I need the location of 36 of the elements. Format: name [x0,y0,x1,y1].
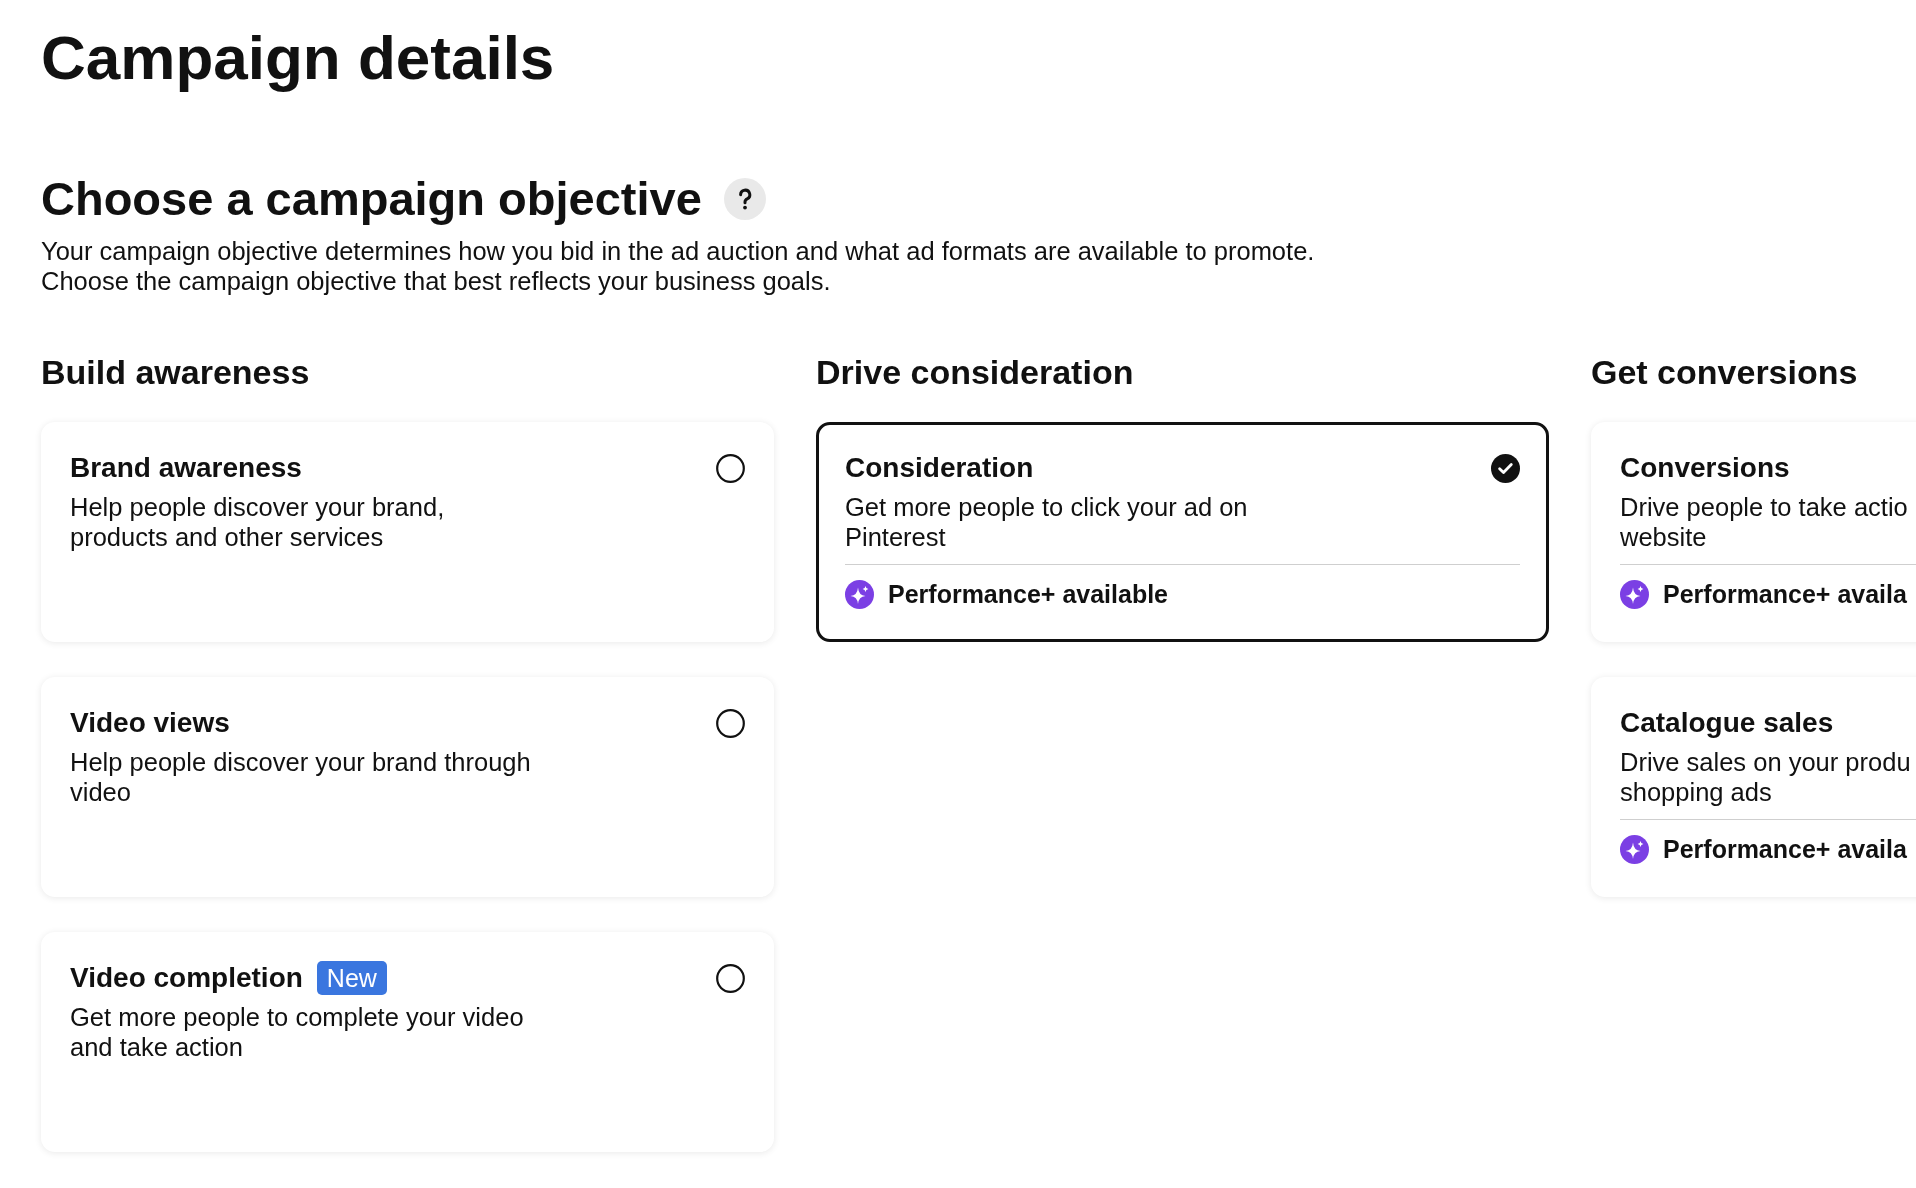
check-circle-icon[interactable] [1491,453,1520,483]
radio-icon[interactable] [716,453,745,483]
card-description: Help people discover your brand through video [70,747,531,807]
help-icon[interactable] [723,178,766,220]
page-title: Campaign details [41,22,555,93]
card-description: Help people discover your brand, products and other services [70,492,445,552]
card-description: Get more people to complete your video and take action [70,1002,524,1062]
objective-card[interactable]: Brand awareness Help people discover your brand, products and other services [41,422,774,642]
card-description: Drive people to take actio website [1620,492,1908,552]
column-heading: Build awareness [41,352,310,392]
column-heading: Get conversions [1591,352,1858,392]
card-description: Get more people to click your ad on Pinterest [845,492,1248,552]
sparkle-icon [1620,579,1649,609]
sparkle-icon [1620,834,1649,864]
card-title: Video views [70,706,230,740]
card-title: Consideration [845,451,1034,485]
card-title: Video completion [70,961,303,995]
card-title: Brand awareness [70,451,302,485]
sparkle-icon [845,579,874,609]
radio-icon[interactable] [716,963,745,993]
radio-icon[interactable] [716,708,745,738]
card-title: Catalogue sales [1620,706,1834,740]
objective-card[interactable]: Consideration Get more people to click your ad on Pinterest Performance+ available [816,422,1549,642]
feature-label: Performance+ available [888,579,1169,609]
objective-card[interactable]: Video views Help people discover your brand through video [41,677,774,897]
objective-card[interactable]: Catalogue sales Drive sales on your produ shopping ads Performance+ availa [1591,677,1916,897]
feature-label: Performance+ availa [1663,579,1907,609]
feature-label: Performance+ availa [1663,834,1907,864]
objective-card[interactable]: Video completion New Get more people to complete your video and take action [41,932,774,1152]
section-title: Choose a campaign objective [41,171,702,227]
section-description: Your campaign objective determines how you bid in the ad auction and what ad formats are available to promote. Choose the campaign objective that best reflects your business goals. [41,237,1315,296]
column-heading: Drive consideration [816,352,1134,392]
objective-card[interactable]: Conversions Drive people to take actio website Performance+ availa [1591,422,1916,642]
card-title: Conversions [1620,451,1790,485]
card-description: Drive sales on your produ shopping ads [1620,747,1911,807]
new-badge: New [316,961,387,995]
